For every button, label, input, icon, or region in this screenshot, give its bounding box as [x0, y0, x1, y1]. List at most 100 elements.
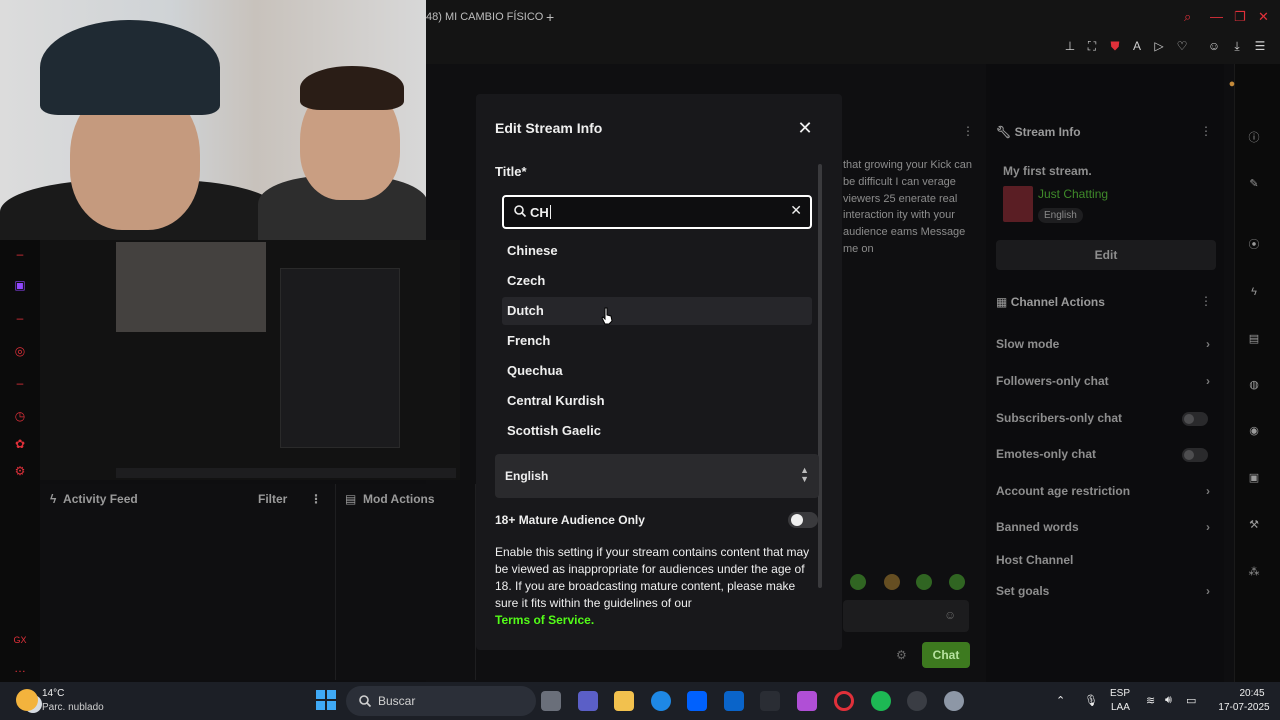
menu-icon[interactable]: ☰ — [1252, 38, 1268, 54]
chevron-right-icon[interactable]: › — [1206, 371, 1210, 391]
broadcast-icon[interactable]: ◉ — [1246, 423, 1262, 439]
sidebar-dash-icon[interactable]: – — [12, 375, 28, 391]
chevron-right-icon[interactable]: › — [1206, 481, 1210, 501]
obs-icon[interactable] — [907, 691, 927, 711]
settings-icon[interactable]: ⚙ — [12, 463, 28, 479]
chevron-right-icon[interactable]: › — [1206, 334, 1210, 354]
tools-icon[interactable]: ⚒ — [1246, 517, 1262, 533]
stream-info-edit-button[interactable]: Edit — [996, 240, 1216, 270]
language-option[interactable]: Quechua — [502, 357, 812, 385]
heart-icon[interactable]: ♡ — [1174, 38, 1190, 54]
document-icon[interactable]: ▤ — [1246, 331, 1262, 347]
sidebar-dash-icon[interactable]: – — [12, 310, 28, 326]
language-option[interactable]: Czech — [502, 267, 812, 295]
outlook-icon[interactable] — [724, 691, 744, 711]
player-icon[interactable]: ◎ — [12, 343, 28, 359]
channel-action-row[interactable]: Emotes-only chat — [996, 444, 1216, 464]
stream-info-kebab-icon[interactable]: ⋮ — [1200, 124, 1212, 138]
send-icon[interactable]: ▷ — [1151, 38, 1167, 54]
shield-icon[interactable]: ⛊ — [1107, 38, 1123, 54]
mature-audience-toggle[interactable] — [788, 512, 818, 528]
volume-icon[interactable]: 🔊︎ — [1165, 694, 1172, 707]
new-tab-button[interactable]: + — [546, 9, 554, 25]
extensions-icon[interactable]: ✿ — [12, 436, 28, 452]
channel-action-toggle[interactable] — [1182, 412, 1208, 426]
stream-info-category[interactable]: Just Chatting — [1038, 187, 1108, 201]
emote-icon[interactable] — [949, 574, 965, 590]
terms-of-service-link[interactable]: Terms of Service. — [495, 613, 594, 627]
language-option[interactable]: Scottish Gaelic — [502, 417, 812, 445]
info-icon[interactable]: ⓘ — [1246, 130, 1262, 146]
clock-date[interactable]: 17-07-2025 — [1208, 702, 1280, 713]
bolt-icon[interactable]: ϟ — [1246, 284, 1262, 300]
dropbox-icon[interactable] — [687, 691, 707, 711]
spotify-icon[interactable] — [871, 691, 891, 711]
screenshot-icon[interactable]: ⛶ — [1084, 38, 1100, 54]
browser-search-icon[interactable]: ⌕ — [1184, 9, 1191, 25]
channel-action-row[interactable]: Host Channel — [996, 550, 1216, 570]
download-icon[interactable]: ⤓ — [1229, 38, 1245, 54]
modal-scrollbar[interactable] — [818, 164, 822, 588]
weather-description[interactable]: Parc. nublado — [42, 702, 104, 713]
activity-feed-kebab-icon[interactable]: ⋮ — [310, 484, 322, 514]
filter-button[interactable]: Filter — [258, 484, 287, 514]
weather-icon[interactable] — [16, 689, 38, 711]
language-option[interactable]: Dutch — [502, 297, 812, 325]
channel-action-row[interactable]: Set goals › — [996, 581, 1216, 601]
browser-tab-title[interactable]: 48) MI CAMBIO FÍSICO — [426, 11, 543, 23]
input-language-top[interactable]: ESP — [1110, 688, 1130, 699]
channel-action-row[interactable]: Banned words › — [996, 517, 1216, 537]
clear-search-icon[interactable]: ✕ — [790, 202, 802, 219]
more-icon[interactable]: … — [12, 660, 28, 676]
battery-icon[interactable]: ▭ — [1186, 694, 1196, 707]
file-explorer-icon[interactable] — [614, 691, 634, 711]
wifi-icon[interactable]: ≋ — [1146, 694, 1155, 707]
emote-icon[interactable] — [850, 574, 866, 590]
language-select[interactable]: English ▲ ▼ — [495, 454, 819, 498]
settings-icon[interactable] — [944, 691, 964, 711]
channel-action-row[interactable]: Followers-only chat › — [996, 371, 1216, 391]
copilot-icon[interactable] — [797, 691, 817, 711]
teams-icon[interactable] — [578, 691, 598, 711]
emote-icon[interactable] — [916, 574, 932, 590]
chat-kebab-icon[interactable]: ⋮ — [962, 124, 974, 138]
channel-action-row[interactable]: Account age restriction › — [996, 481, 1216, 501]
microphone-icon[interactable]: 🎙︎ — [1084, 694, 1098, 707]
chevron-right-icon[interactable]: › — [1206, 517, 1210, 537]
modal-close-button[interactable]: ✕ — [795, 118, 815, 138]
chat-bubble-icon[interactable]: ◍ — [1246, 377, 1262, 393]
channel-action-row[interactable]: Subscribers-only chat — [996, 408, 1216, 428]
layout-icon[interactable]: ▣ — [1246, 470, 1262, 486]
channel-actions-kebab-icon[interactable]: ⋮ — [1200, 294, 1212, 308]
clock-time[interactable]: 20:45 — [1224, 688, 1280, 699]
weather-temperature[interactable]: 14°C — [42, 688, 64, 699]
language-option[interactable]: Central Kurdish — [502, 387, 812, 415]
input-language-bottom[interactable]: LAA — [1111, 702, 1130, 713]
history-icon[interactable]: ◷ — [12, 408, 28, 424]
chat-settings-icon[interactable]: ⚙ — [896, 648, 907, 662]
tray-chevron-up-icon[interactable]: ⌃ — [1056, 694, 1065, 707]
twitch-icon[interactable]: ▣ — [12, 277, 28, 293]
taskbar-search-box[interactable]: Buscar — [346, 686, 536, 716]
windows-start-icon[interactable] — [316, 690, 336, 710]
language-option[interactable]: Chinese — [502, 237, 812, 265]
emote-icon[interactable] — [884, 574, 900, 590]
sidebar-dash-icon[interactable]: – — [12, 246, 28, 262]
translate-icon[interactable]: A — [1129, 38, 1145, 54]
profile-icon[interactable]: ☺ — [1206, 38, 1222, 54]
pen-icon[interactable]: ✎ — [1246, 176, 1262, 192]
edge-icon[interactable] — [651, 691, 671, 711]
emoji-icon[interactable]: ☺ — [944, 608, 956, 622]
chat-send-button[interactable]: Chat — [922, 642, 970, 668]
task-view-icon[interactable] — [541, 691, 561, 711]
chevron-right-icon[interactable]: › — [1206, 581, 1210, 601]
opera-gx-icon[interactable] — [834, 691, 854, 711]
minimize-button[interactable]: — — [1210, 9, 1223, 24]
language-search-input[interactable]: CH ✕ — [502, 195, 812, 229]
window-close-button[interactable]: ✕ — [1258, 9, 1269, 25]
camera-icon[interactable]: ⦿ — [1246, 237, 1262, 253]
language-option[interactable]: French — [502, 327, 812, 355]
channel-action-row[interactable]: Slow mode › — [996, 334, 1216, 354]
app-icon[interactable] — [760, 691, 780, 711]
avatar[interactable]: ● — [1224, 76, 1240, 92]
